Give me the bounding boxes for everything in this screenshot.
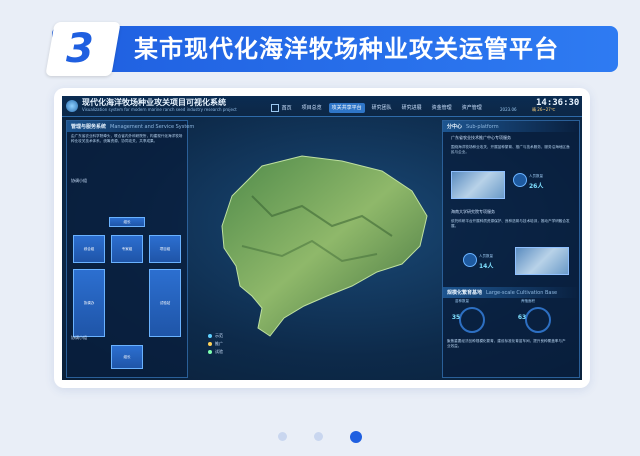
system-subtitle: Visualization system for modern marine r… [82,107,237,112]
weather-label: 晴 26~27℃ [532,107,556,112]
gauge-label-2: 养殖面积 [521,299,535,303]
legend-item: 试验 [208,348,223,356]
legend-item: 示范 [208,332,223,340]
right-section-3-title-en: Large-scale Cultivation Base [486,290,558,296]
legend-dot [208,350,212,354]
terrain-landmass [221,155,428,337]
nav-overview[interactable]: 项目总览 [299,103,325,113]
screenshot-card: 现代化海洋牧场种业攻关项目可视化系统 Visualization system … [54,88,590,388]
left-panel-title-en: Management and Service System [110,124,195,130]
banner-title: 某市现代化海洋牧场种业攻关运管平台 [134,35,559,63]
right-section-1-title: 广东省农业技术推广中心专项服务 [451,135,511,140]
personnel-icon [463,253,477,267]
pager-dot-2[interactable] [314,432,323,441]
right-panel: 分中心 Sub-platform 广东省农业技术推广中心专项服务 围绕海洋牧场种业… [442,120,580,378]
left-panel-title: 管理与服务系统 [71,124,107,130]
province-terrain-map[interactable] [192,136,438,346]
right-panel-title: 分中心 [447,124,463,130]
top-nav: 首页 项目总览 攻关共享平台 研究团队 研究进展 资金管理 资产管理 [268,103,485,113]
org-box-project[interactable]: 项目组 [149,235,181,263]
legend-item: 推广 [208,340,223,348]
dashboard-screenshot: 现代化海洋牧场种业攻关项目可视化系统 Visualization system … [62,96,582,380]
org-box-leader[interactable]: 组长 [109,217,145,227]
stat-label-1: 人员数量 [529,174,543,178]
org-box-general[interactable]: 综合组 [73,235,105,263]
left-panel-intro: 由广东省农业科学院牵头，联合省内外科研院所，构建现代化海洋牧场种业攻关技术体系，… [71,134,183,143]
left-panel-header: 管理与服务系统 Management and Service System [67,121,194,132]
stat-value-2: 14人 [479,263,494,270]
legend-dot [208,334,212,338]
org-box-station[interactable]: 试验站 [149,269,181,337]
right-section-3-title: 规模化繁育基地 [447,290,483,296]
org-box-office[interactable]: 协调办 [73,269,105,337]
legend-label: 试验 [215,349,223,354]
right-section-1-text: 围绕海洋牧场种业攻关，开展苗种繁育、推广与技术服务，服务沿海地区渔民与企业。 [451,145,570,154]
right-section-2-text: 依托科研平台开展种质资源保护、良种选育与技术培训，推动产学研融合发展。 [451,219,570,228]
org-box-bottom[interactable]: 组长 [111,345,143,369]
facility-photo-1 [451,171,505,199]
org-box-experts[interactable]: 专家组 [111,235,143,263]
gauge-value-2: 63 [517,314,527,321]
left-section-1-title: 协调小组 [71,178,87,183]
carousel-pager [0,426,640,445]
right-section-2-title: 海南大学研究院专项服务 [451,209,495,214]
nav-assets[interactable]: 资产管理 [459,103,485,113]
nav-funds[interactable]: 资金管理 [429,103,455,113]
dashboard-topbar: 现代化海洋牧场种业攻关项目可视化系统 Visualization system … [62,96,582,117]
right-section-2: 海南大学研究院专项服务 依托科研平台开展种质资源保护、良种选育与技术培训，推动产… [447,207,575,231]
nav-progress[interactable]: 研究进展 [399,103,425,113]
right-panel-title-en: Sub-platform [466,124,499,130]
home-icon [271,104,279,112]
stat-label-2: 人员数量 [479,254,493,258]
right-section-3-header: 规模化繁育基地 Large-scale Cultivation Base [443,287,579,298]
stat-value-1: 26人 [529,183,544,190]
pager-dot-3[interactable] [350,430,363,443]
date-label: 2023.06 [500,107,517,112]
right-section-3-text: 聚焦重要经济品种规模化繁育，建设标准化育苗车间，提升良种覆盖率与产业效益。 [447,339,566,348]
map-legend: 示范 推广 试验 [208,332,223,356]
logo-icon [66,100,78,112]
left-panel: 管理与服务系统 Management and Service System 由广东… [66,120,194,378]
nav-shared-platform[interactable]: 攻关共享平台 [328,103,365,113]
personnel-icon [513,173,527,187]
right-section-1: 广东省农业技术推广中心专项服务 围绕海洋牧场种业攻关，开展苗种繁育、推广与技术服… [447,133,575,157]
section-number: 3 [66,26,94,72]
nav-home[interactable]: 首页 [268,103,295,113]
pager-dot-1[interactable] [277,432,287,441]
right-panel-header: 分中心 Sub-platform [443,121,579,132]
nav-team[interactable]: 研究团队 [369,103,395,113]
left-section-2-title: 协调小组 [71,335,87,340]
section-banner: 3 某市现代化海洋牧场种业攻关运管平台 [22,22,620,76]
legend-label: 示范 [215,333,223,338]
nav-home-label: 首页 [281,105,292,112]
gauge-label-1: 苗种数量 [455,299,469,303]
facility-photo-2 [515,247,569,275]
legend-label: 推广 [215,341,223,346]
legend-dot [208,342,212,346]
gauge-value-1: 35 [451,314,461,321]
